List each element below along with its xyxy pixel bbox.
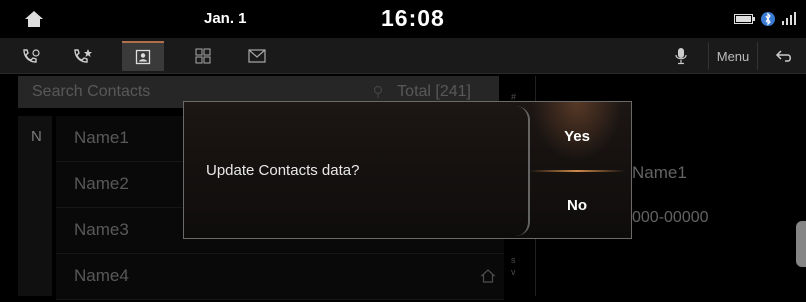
- messages-icon: [248, 49, 266, 63]
- keypad-icon: [195, 48, 211, 64]
- home-icon: [25, 11, 43, 27]
- home-button[interactable]: [0, 0, 68, 38]
- back-icon: [775, 50, 791, 62]
- confirm-dialog: Update Contacts data? Yes No: [183, 101, 632, 239]
- menu-button[interactable]: Menu: [708, 42, 758, 70]
- tab-messages[interactable]: [236, 41, 278, 71]
- tab-bar: Menu: [0, 38, 806, 74]
- status-date: Jan. 1: [204, 10, 247, 27]
- no-button[interactable]: No: [523, 171, 631, 240]
- status-clock: 16:08: [381, 5, 445, 31]
- bluetooth-icon: [761, 12, 775, 26]
- call-history-icon: [23, 49, 40, 63]
- tab-keypad[interactable]: [182, 41, 224, 71]
- microphone-icon: [675, 48, 687, 65]
- contacts-icon: [135, 49, 151, 65]
- dialog-message: Update Contacts data?: [206, 162, 360, 179]
- battery-icon: [734, 14, 755, 24]
- favorites-icon: [74, 49, 92, 63]
- status-icons: [734, 11, 798, 27]
- tab-favorites[interactable]: [62, 41, 104, 71]
- signal-icon: [782, 12, 796, 25]
- status-bar: Jan. 1 16:08: [0, 0, 806, 38]
- back-button[interactable]: [766, 42, 802, 70]
- tab-contacts[interactable]: [122, 41, 164, 71]
- voice-button[interactable]: [666, 42, 696, 70]
- tab-call-history[interactable]: [10, 41, 52, 71]
- yes-button[interactable]: Yes: [523, 102, 631, 171]
